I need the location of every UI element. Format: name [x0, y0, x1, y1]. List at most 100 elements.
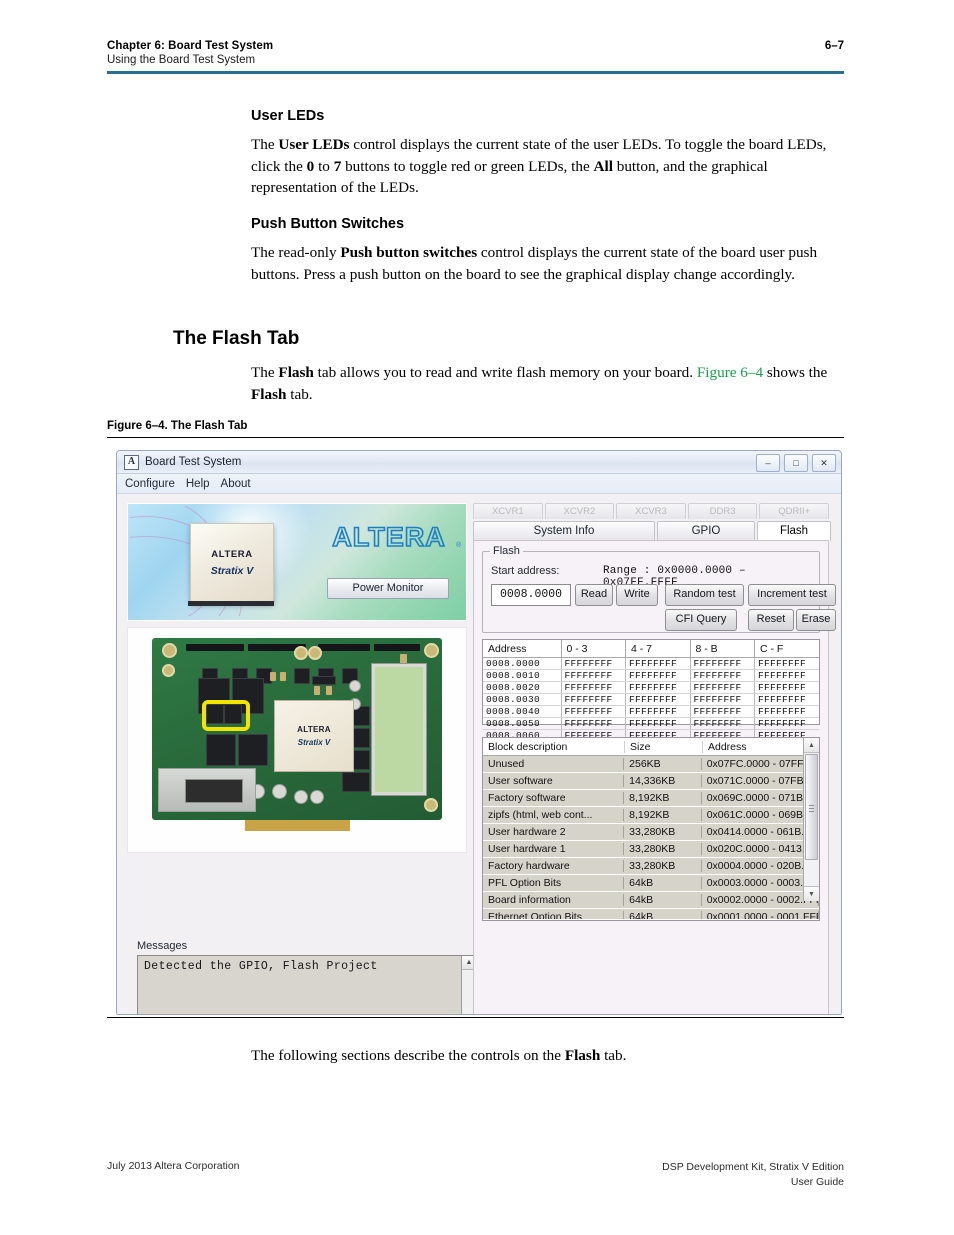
altera-app-icon: A: [124, 454, 139, 470]
hex-col-0: Address: [483, 640, 562, 658]
chip-brand-label: ALTERA: [211, 549, 253, 560]
pci-bracket: [158, 768, 256, 812]
hex-col-3: 8 - B: [690, 640, 755, 658]
table-row[interactable]: 0008.0010 FFFFFFFF FFFFFFFF FFFFFFFF FFFFFFF…: [483, 669, 819, 682]
read-button[interactable]: Read: [575, 584, 613, 606]
hex-col-1: 0 - 3: [561, 640, 626, 658]
table-row[interactable]: zipfs (html, web cont... 8,192KB 0x061C.00…: [483, 807, 819, 824]
table-cell: FFFFFFFF: [625, 681, 691, 694]
footer-doc-subtitle: User Guide: [790, 1176, 844, 1188]
table-cell: User software: [483, 775, 625, 787]
table-row[interactable]: Ethernet Option Bits 64kB 0x0001.0000 - 00…: [483, 909, 819, 919]
messages-box[interactable]: Detected the GPIO, Flash Project ▲ ▼: [137, 955, 477, 1014]
table-cell: 33,280KB: [624, 843, 702, 855]
table-row[interactable]: 0008.0050 FFFFFFFF FFFFFFFF FFFFFFFF FFFFFFF…: [483, 717, 819, 730]
table-cell: FFFFFFFF: [690, 669, 755, 682]
table-cell: 0x0004.0000 - 020B.FFFF: [702, 860, 819, 872]
board-test-system-window[interactable]: A Board Test System – □ ✕ Configure Help…: [116, 450, 842, 1015]
table-row[interactable]: User hardware 1 33,280KB 0x020C.0000 - 041…: [483, 841, 819, 858]
table-row[interactable]: 0008.0030 FFFFFFFF FFFFFFFF FFFFFFFF FFFFFFF…: [483, 693, 819, 706]
menu-item-help[interactable]: Help: [186, 478, 210, 490]
paragraph-user-leds: The User LEDs control displays the curre…: [251, 136, 827, 196]
menu-item-about[interactable]: About: [221, 478, 251, 490]
table-cell: 0008.0030: [483, 693, 562, 706]
block-table-scrollbar[interactable]: ▲ ▼: [803, 738, 819, 901]
table-cell: 0x069C.0000 - 071B.FFFF: [702, 792, 819, 804]
header-page-number: 6–7: [824, 40, 844, 52]
figure-caption: Figure 6–4. The Flash Tab: [107, 420, 248, 432]
table-cell: FFFFFFFF: [754, 705, 819, 718]
table-cell: 64kB: [624, 911, 702, 919]
table-row[interactable]: User software14,336KB0x071C.0000 - 07FB.…: [483, 773, 819, 790]
left-panel: ALTERA Stratix V ALTERA ® Power Monitor: [127, 503, 477, 1014]
cfi-query-button[interactable]: CFI Query: [665, 609, 737, 631]
increment-test-button[interactable]: Increment test: [748, 584, 836, 606]
table-cell: FFFFFFFF: [754, 669, 819, 682]
minimize-icon[interactable]: –: [756, 454, 780, 472]
table-cell: FFFFFFFF: [754, 681, 819, 694]
close-icon[interactable]: ✕: [812, 454, 836, 472]
table-cell: 0x07FC.0000 - 07FF.FFFF: [702, 758, 819, 770]
pcb-image: ALTERA Stratix V: [152, 638, 442, 831]
table-cell: FFFFFFFF: [561, 657, 626, 670]
table-row[interactable]: Board information 64kB 0x0002.0000 - 0002.…: [483, 892, 819, 909]
restore-icon[interactable]: □: [784, 454, 808, 472]
window-content: ALTERA Stratix V ALTERA ® Power Monitor: [117, 494, 841, 1014]
table-cell: FFFFFFFF: [625, 705, 691, 718]
messages-label: Messages: [137, 940, 188, 952]
window-title: Board Test System: [145, 456, 242, 468]
page-header: Chapter 6: Board Test System 6–7 Using t…: [107, 40, 844, 74]
table-cell: 256KB: [624, 758, 702, 770]
chip-family-label: Stratix V: [210, 565, 254, 577]
heading-push-button-switches: Push Button Switches: [251, 216, 405, 232]
altera-banner: ALTERA Stratix V ALTERA ® Power Monitor: [127, 503, 467, 621]
block-scroll-up-icon[interactable]: ▲: [804, 738, 819, 753]
paragraph-closing: The following sections describe the cont…: [251, 1047, 627, 1064]
table-cell: FFFFFFFF: [625, 657, 691, 670]
table-cell: 0x020C.0000 - 0413.FFFF: [702, 843, 819, 855]
menu-item-configure[interactable]: Configure: [125, 478, 175, 490]
erase-button[interactable]: Erase: [796, 609, 836, 631]
random-test-button[interactable]: Random test: [665, 584, 744, 606]
table-cell: 0008.0050: [483, 717, 562, 730]
start-address-input[interactable]: 0008.0000: [491, 584, 571, 606]
fpga-chip: ALTERA Stratix V: [274, 700, 354, 772]
table-cell: Factory hardware: [483, 860, 625, 872]
footer-doc-title: DSP Development Kit, Stratix V Edition: [662, 1161, 844, 1173]
table-cell: 0008.0010: [483, 669, 562, 682]
write-button[interactable]: Write: [616, 584, 658, 606]
tab-system-info[interactable]: System Info: [473, 521, 655, 541]
table-cell: zipfs (html, web cont...: [483, 809, 625, 821]
block-scroll-down-icon[interactable]: ▼: [804, 886, 819, 901]
table-cell: FFFFFFFF: [561, 705, 626, 718]
window-controls: – □ ✕: [756, 454, 836, 472]
tab-qdrii: QDRII+: [759, 503, 829, 519]
block-scroll-thumb[interactable]: [805, 754, 818, 860]
block-description-table[interactable]: Block description Size Address Unused 256…: [482, 737, 820, 921]
tab-flash[interactable]: Flash: [757, 521, 831, 541]
table-row[interactable]: Factory software 8,192KB 0x069C.0000 - 071…: [483, 790, 819, 807]
header-chapter: Chapter 6: Board Test System: [107, 40, 274, 52]
table-row[interactable]: Unused 256KB 0x07FC.0000 - 07FF.FFFF: [483, 756, 819, 773]
hex-dump-table[interactable]: Address 0 - 34 - 78 - BC - F 0008.0000 FFF…: [482, 639, 820, 754]
pcie-edge-connector: [245, 820, 350, 831]
table-row[interactable]: 0008.0020 FFFFFFFF FFFFFFFF FFFFFFFF FFFFFFF…: [483, 681, 819, 694]
disabled-tab-row: XCVR1 XCVR2 XCVR3 DDR3 QDRII+: [473, 503, 829, 519]
menu-bar: Configure Help About: [117, 474, 841, 494]
table-row[interactable]: 0008.0000 FFFFFFFF FFFFFFFF FFFFFFFF FFFFFFF…: [483, 657, 819, 670]
tab-gpio[interactable]: GPIO: [657, 521, 755, 541]
table-row[interactable]: 0008.0040 FFFFFFFF FFFFFFFF FFFFFFFF FFFFFFF…: [483, 705, 819, 718]
table-cell: 33,280KB: [624, 826, 702, 838]
header-divider: [107, 71, 844, 74]
paragraph-push-button-switches: The read-only Push button switches contr…: [251, 244, 818, 283]
table-row[interactable]: Factory hardware 33,280KB 0x0004.0000 - 02…: [483, 858, 819, 875]
paragraph-the-flash-tab: The Flash tab allows you to read and wri…: [251, 364, 828, 403]
table-row[interactable]: PFL Option Bits 64kB 0x0003.0000 - 0003.FF…: [483, 875, 819, 892]
power-monitor-button[interactable]: Power Monitor: [327, 578, 449, 599]
reset-button[interactable]: Reset: [748, 609, 794, 631]
table-row[interactable]: User hardware 2 33,280KB 0x0414.0000 - 061…: [483, 824, 819, 841]
table-cell: PFL Option Bits: [483, 877, 625, 889]
flash-controls-group: Flash Start address: Range : 0x0000.0000…: [482, 545, 836, 633]
table-cell: 0x061C.0000 - 069B.FFFF: [702, 809, 819, 821]
scroll-grip-icon: [809, 805, 814, 812]
